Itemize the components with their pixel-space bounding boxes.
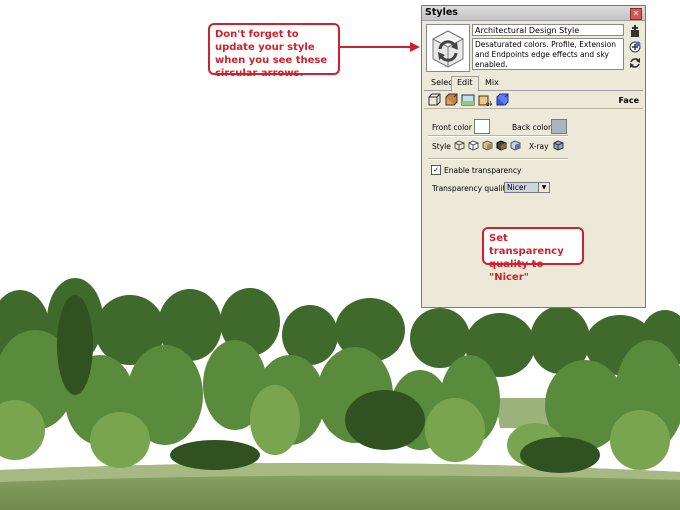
- style-name-field[interactable]: Architectural Design Style: [472, 24, 624, 36]
- tab-mix[interactable]: Mix: [480, 77, 504, 89]
- enable-transparency-label: Enable transparency: [444, 166, 522, 175]
- tab-edit[interactable]: Edit: [451, 76, 479, 92]
- refresh-arrows-callout: Don't forget to update your style when y…: [208, 23, 340, 79]
- title-bar: Styles ✕: [422, 6, 645, 21]
- shaded-textures-icon[interactable]: [496, 140, 507, 151]
- style-thumbnail[interactable]: [426, 24, 470, 72]
- chevron-down-icon[interactable]: ▼: [538, 183, 549, 192]
- transparency-quality-callout: Set transparency quality to "Nicer": [482, 227, 584, 283]
- add-to-model-icon[interactable]: [628, 40, 642, 54]
- monochrome-icon[interactable]: [510, 140, 521, 151]
- hidden-line-icon[interactable]: [468, 140, 479, 151]
- xray-icon[interactable]: [553, 140, 564, 151]
- window-title: Styles: [425, 7, 458, 18]
- back-color-label: Back color: [512, 123, 552, 132]
- front-color-swatch[interactable]: [474, 119, 490, 134]
- refresh-icon: [431, 30, 465, 68]
- update-style-icon[interactable]: [628, 56, 642, 70]
- close-button[interactable]: ✕: [630, 8, 642, 20]
- transparency-quality-value: Nicer: [505, 183, 538, 192]
- style-label: Style: [432, 142, 451, 151]
- modeling-settings-icon[interactable]: [495, 93, 509, 107]
- background-settings-icon[interactable]: [461, 93, 475, 107]
- divider: [428, 158, 568, 160]
- edit-settings-toolbar: ok Face: [424, 92, 643, 109]
- face-settings-icon[interactable]: [444, 93, 458, 107]
- svg-text:ok: ok: [486, 101, 492, 107]
- back-color-swatch[interactable]: [551, 119, 567, 134]
- divider: [428, 135, 568, 137]
- transparency-quality-label: Transparency quality:: [432, 184, 513, 193]
- edge-settings-icon[interactable]: [427, 93, 441, 107]
- xray-label: X-ray: [529, 142, 549, 151]
- section-label-face: Face: [618, 96, 639, 105]
- transparency-quality-select[interactable]: Nicer ▼: [504, 182, 550, 193]
- enable-transparency-checkbox[interactable]: ✓: [431, 165, 441, 175]
- face-settings-panel: Front color Back color Style X-ray ✓ Ena…: [426, 112, 643, 302]
- style-tabs: Select Edit Mix: [424, 76, 643, 92]
- watermark-settings-icon[interactable]: ok: [478, 93, 492, 107]
- style-description-field[interactable]: Desaturated colors. Profile, Extension a…: [472, 38, 624, 70]
- wireframe-icon[interactable]: [454, 140, 465, 151]
- create-style-icon[interactable]: [628, 24, 642, 38]
- front-color-label: Front color: [432, 123, 472, 132]
- shaded-icon[interactable]: [482, 140, 493, 151]
